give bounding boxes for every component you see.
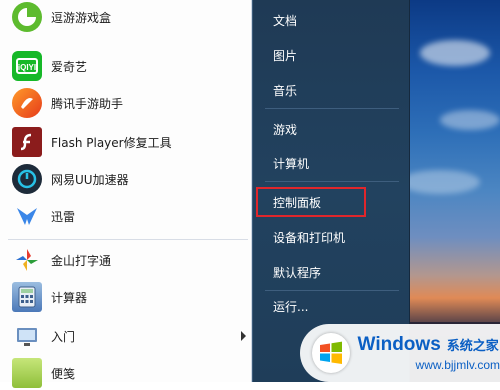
- wallpaper-cloud: [440, 110, 500, 130]
- place-pictures[interactable]: 图片: [273, 47, 297, 64]
- windows-logo-icon: [312, 333, 350, 373]
- places-divider: [265, 181, 399, 182]
- typing-icon: [12, 245, 42, 275]
- program-item-game-box[interactable]: 逗游游戏盒: [0, 0, 252, 34]
- program-label: 网易UU加速器: [51, 172, 129, 187]
- getting-started-icon: [12, 321, 42, 351]
- wallpaper-cloud: [420, 40, 490, 66]
- program-item-calculator[interactable]: 计算器: [0, 280, 252, 314]
- program-label: Flash Player修复工具: [51, 135, 172, 150]
- tencent-game-icon: [12, 88, 42, 118]
- program-label: 计算器: [51, 290, 88, 305]
- flash-icon: [12, 127, 42, 157]
- place-games[interactable]: 游戏: [273, 121, 297, 138]
- program-item-iqiyi[interactable]: iQIYI 爱奇艺: [0, 49, 252, 83]
- menu-divider: [8, 239, 248, 240]
- game-box-icon: [12, 2, 42, 32]
- place-documents[interactable]: 文档: [273, 12, 297, 29]
- xunlei-icon: [12, 201, 42, 231]
- start-menu-programs-pane: 逗游游戏盒 iQIYI 爱奇艺 腾讯手游助手 Flash Player修复工具 …: [0, 0, 252, 388]
- site-watermark: Windows 系统之家 www.bjjmlv.com: [300, 324, 500, 382]
- program-item-sticky-notes[interactable]: 便笺: [0, 356, 252, 390]
- watermark-title: 系统之家: [446, 339, 499, 354]
- program-label: 金山打字通: [51, 253, 112, 268]
- program-item-getting-started[interactable]: 入门: [0, 319, 252, 353]
- program-item-flash-repair[interactable]: Flash Player修复工具: [0, 125, 252, 159]
- program-item-typing[interactable]: 金山打字通: [0, 243, 252, 277]
- program-label: 迅雷: [51, 209, 76, 224]
- program-item-xunlei[interactable]: 迅雷: [0, 199, 252, 233]
- wallpaper-cloud: [410, 170, 480, 194]
- program-label: 爱奇艺: [51, 59, 88, 74]
- place-devices-printers[interactable]: 设备和打印机: [273, 229, 345, 246]
- program-label: 便笺: [51, 366, 76, 381]
- place-run[interactable]: 运行...: [273, 298, 308, 315]
- watermark-brand: Windows: [357, 334, 441, 355]
- sticky-notes-icon: [12, 358, 42, 388]
- program-label: 腾讯手游助手: [51, 96, 124, 111]
- place-music[interactable]: 音乐: [273, 82, 297, 99]
- control-panel-highlight-box: [256, 187, 366, 217]
- program-label: 逗游游戏盒: [51, 10, 112, 25]
- place-computer[interactable]: 计算机: [273, 155, 309, 172]
- program-item-uu-accelerator[interactable]: 网易UU加速器: [0, 162, 252, 196]
- uu-accelerator-icon: [12, 164, 42, 194]
- places-divider: [265, 290, 399, 291]
- program-label: 入门: [51, 329, 76, 344]
- svg-text:iQIYI: iQIYI: [18, 63, 36, 72]
- iqiyi-icon: iQIYI: [12, 51, 42, 81]
- places-divider: [265, 108, 399, 109]
- submenu-arrow-icon[interactable]: [241, 331, 246, 341]
- place-default-programs[interactable]: 默认程序: [273, 264, 321, 281]
- calculator-icon: [12, 282, 42, 312]
- program-item-tencent-game[interactable]: 腾讯手游助手: [0, 86, 252, 120]
- watermark-url: www.bjjmlv.com: [415, 358, 500, 372]
